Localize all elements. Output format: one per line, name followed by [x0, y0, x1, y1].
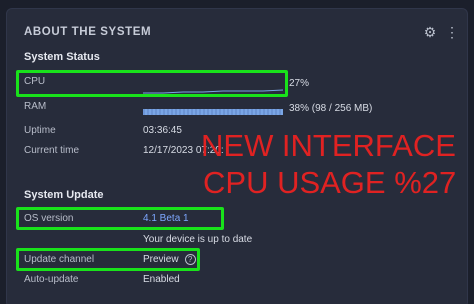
- panel-title: ABOUT THE SYSTEM: [24, 26, 152, 38]
- overlay-line-2: CPU USAGE %27: [203, 165, 457, 200]
- uptime-label: Uptime: [24, 125, 56, 136]
- ram-value: 38% (98 / 256 MB): [289, 103, 373, 114]
- system-status-heading: System Status: [24, 51, 100, 63]
- auto-update-value: Enabled: [143, 274, 180, 285]
- gear-icon[interactable]: ⚙: [421, 23, 439, 41]
- update-channel-highlight-box: [16, 248, 200, 271]
- os-version-highlight-box: [16, 207, 224, 230]
- ram-label: RAM: [24, 101, 47, 112]
- update-status-text: Your device is up to date: [143, 234, 253, 245]
- overlay-line-1: NEW INTERFACE: [201, 128, 456, 163]
- more-vertical-icon[interactable]: ⋮: [443, 23, 461, 41]
- ram-usage-bar: [143, 109, 283, 115]
- system-update-heading: System Update: [24, 189, 104, 201]
- auto-update-label: Auto-update: [24, 274, 79, 285]
- cpu-value: 27%: [289, 78, 310, 89]
- ram-usage-fill: [143, 109, 283, 115]
- cpu-highlight-box: [16, 70, 288, 97]
- current-time-label: Current time: [24, 145, 80, 156]
- uptime-value: 03:36:45: [143, 125, 182, 136]
